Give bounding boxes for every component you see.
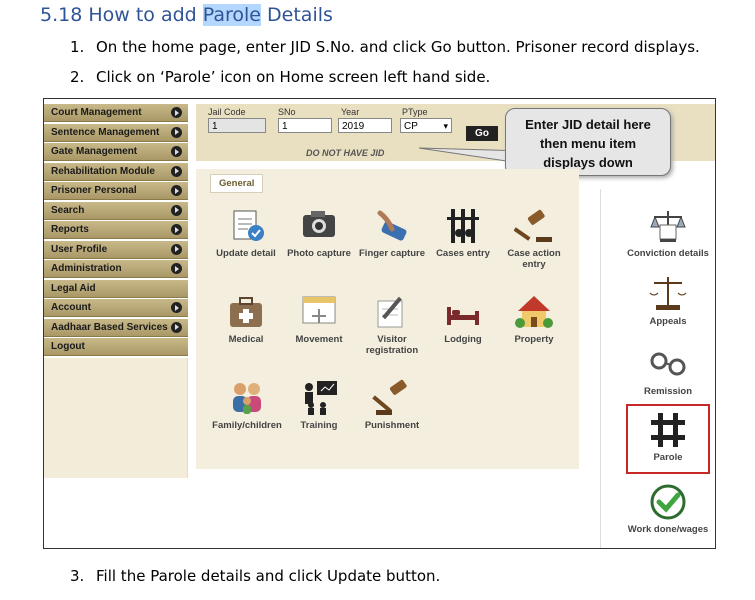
movement-item[interactable]: Movement — [284, 293, 354, 345]
heading-highlight: Parole — [202, 4, 261, 26]
work-done-wages-item[interactable]: Work done/wages — [624, 483, 712, 535]
case-action-entry-item[interactable]: Case action entry — [498, 207, 570, 270]
tab-general[interactable]: General — [210, 174, 264, 193]
judge-gavel-icon — [372, 379, 407, 415]
gavel-icon — [514, 209, 552, 242]
training-item[interactable]: Training — [286, 379, 352, 431]
conviction-details-item[interactable]: Conviction details — [622, 207, 714, 259]
family-children-item[interactable]: Family/children — [210, 379, 284, 431]
family-icon — [233, 383, 261, 414]
update-detail-item[interactable]: Update detail — [212, 207, 280, 259]
scales-of-justice-icon — [650, 211, 686, 242]
prison-bars-icon — [447, 209, 479, 243]
visitor-registration-item[interactable]: Visitor registration — [356, 293, 428, 356]
punishment-item[interactable]: Punishment — [356, 379, 428, 431]
scales-icon — [649, 277, 687, 310]
checkmark-icon — [650, 484, 686, 520]
application-screenshot: Court Management Sentence Management Gat… — [43, 98, 716, 549]
fingerprint-scanner-icon — [377, 210, 407, 241]
section-heading: 5.18 How to add Parole Details — [40, 4, 333, 26]
medical-kit-icon — [230, 297, 262, 327]
step-3: 3. Fill the Parole details and click Upda… — [70, 567, 441, 585]
register-pen-icon — [377, 296, 403, 328]
step-1: 1. On the home page, enter JID S.No. and … — [70, 38, 700, 56]
finger-capture-item[interactable]: Finger capture — [356, 207, 428, 259]
camera-icon — [303, 211, 335, 237]
update-detail-icon — [233, 210, 264, 241]
heading-suffix: Details — [261, 4, 333, 26]
parole-highlight-box — [626, 404, 710, 474]
heading-prefix: 5.18 How to add — [40, 4, 203, 26]
handcuffs-icon — [650, 352, 686, 376]
movement-window-icon — [302, 296, 336, 324]
step-2: 2. Click on ‘Parole’ icon on Home screen … — [70, 68, 491, 86]
cases-entry-item[interactable]: Cases entry — [432, 207, 494, 259]
lodging-item[interactable]: Lodging — [432, 293, 494, 345]
bed-icon — [447, 307, 479, 325]
property-item[interactable]: Property — [498, 293, 570, 345]
remission-item[interactable]: Remission — [626, 345, 710, 397]
training-board-icon — [305, 381, 337, 415]
house-icon — [515, 296, 553, 328]
photo-capture-item[interactable]: Photo capture — [284, 207, 354, 259]
appeals-item[interactable]: Appeals — [626, 275, 710, 327]
medical-item[interactable]: Medical — [212, 293, 280, 345]
callout-tooltip: Enter JID detail here then menu item dis… — [505, 108, 671, 176]
